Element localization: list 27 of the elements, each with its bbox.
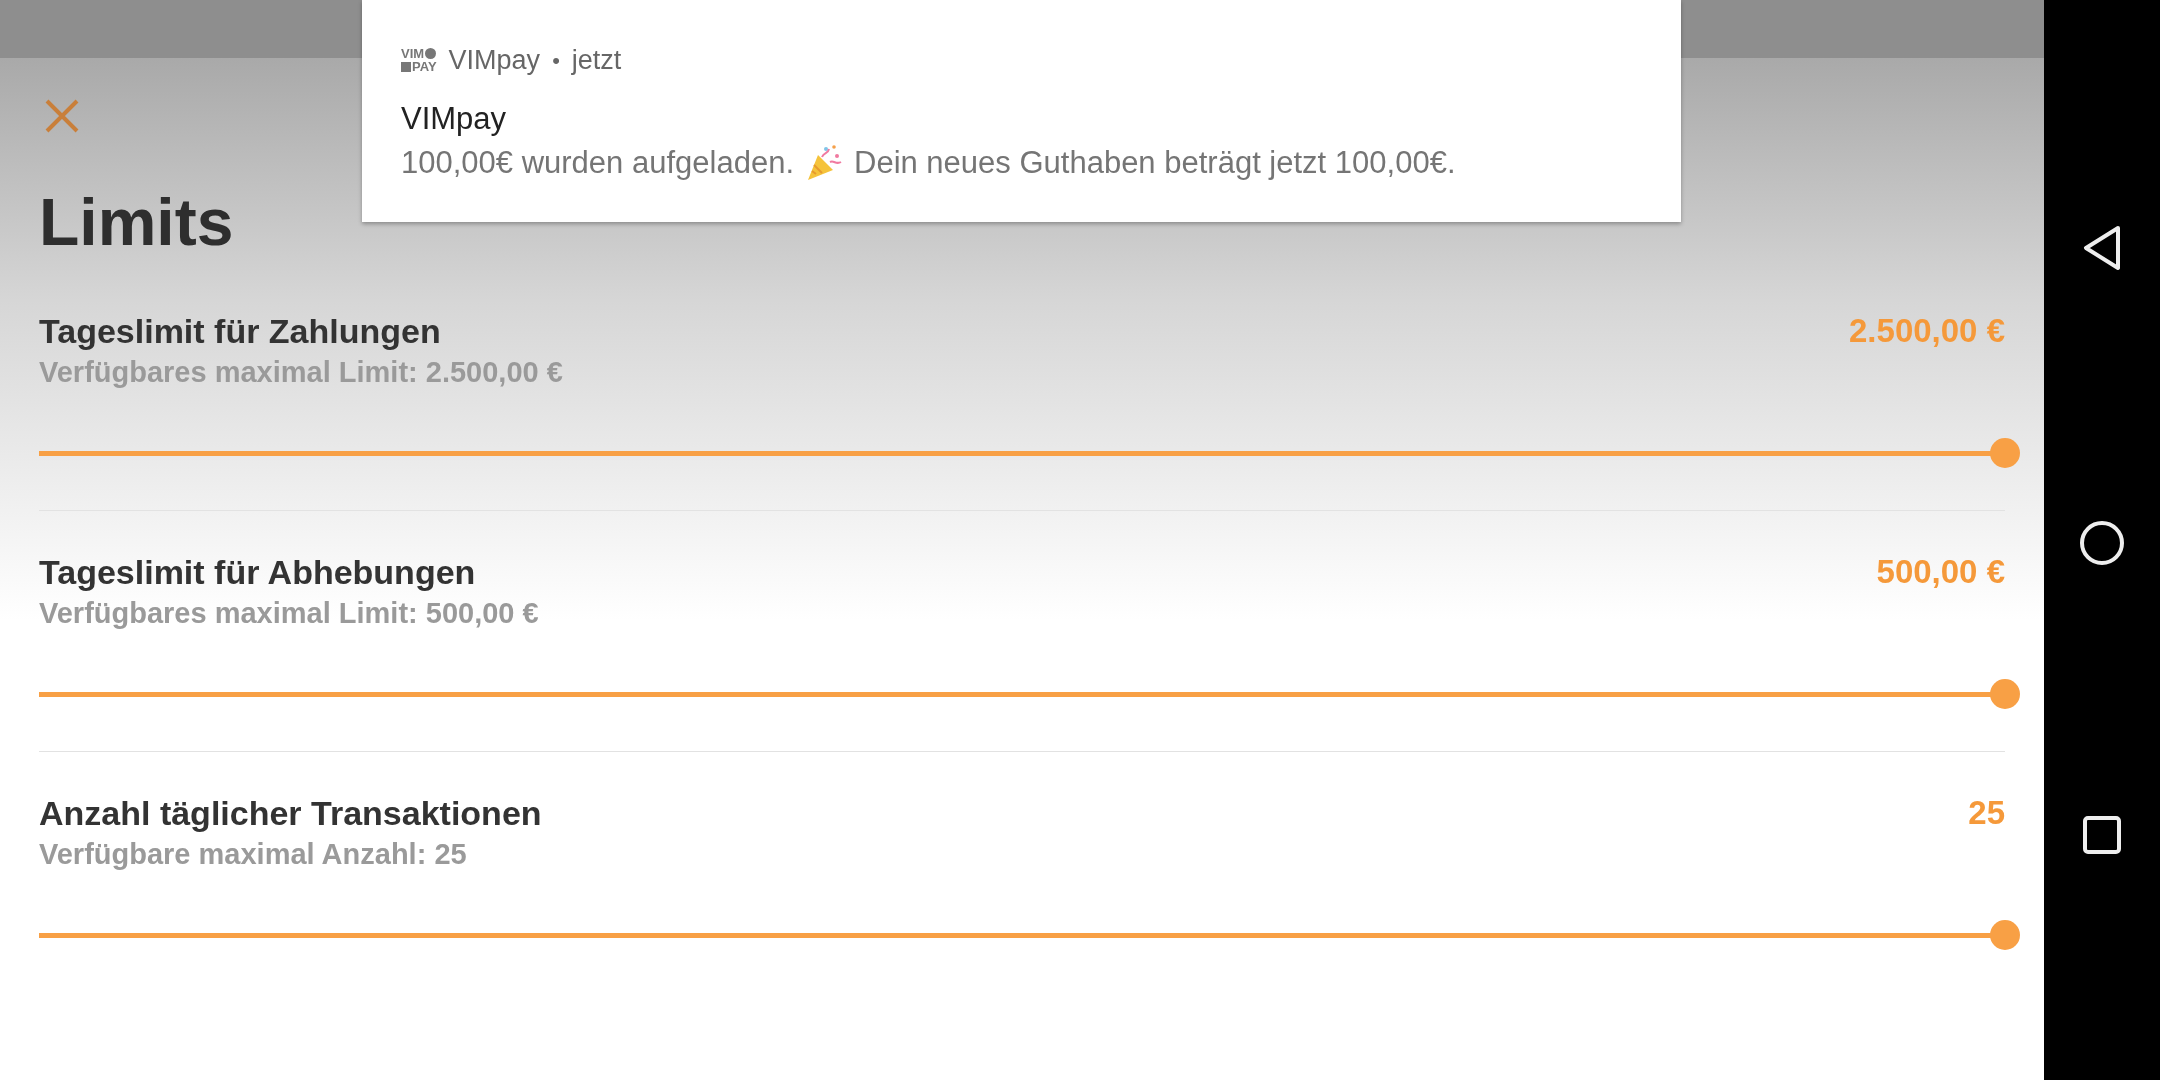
limit-value: 500,00 €	[1876, 552, 2005, 592]
slider-thumb[interactable]	[1990, 920, 2020, 950]
limit-subtitle: Verfügbare maximal Anzahl: 25	[39, 837, 468, 872]
recents-icon[interactable]	[2082, 815, 2122, 856]
notification-title: VIMpay	[401, 99, 507, 138]
notification-message: Dein neues Guthaben beträgt jetzt 100,00€.	[854, 143, 1456, 182]
limit-slider[interactable]	[39, 920, 2019, 950]
close-icon[interactable]	[44, 98, 80, 134]
back-icon[interactable]	[2082, 224, 2122, 271]
app-logo: VIM PAY	[401, 47, 437, 74]
limit-subtitle: Verfügbares maximal Limit: 500,00 €	[39, 596, 539, 631]
limit-value: 25	[1968, 793, 2005, 833]
limit-slider[interactable]	[39, 679, 2019, 709]
limit-value: 2.500,00 €	[1849, 311, 2005, 351]
limit-subtitle: Verfügbares maximal Limit: 2.500,00 €	[39, 355, 563, 390]
app-name: VIMpay	[448, 44, 541, 77]
limit-slider[interactable]	[39, 438, 2019, 468]
slider-thumb[interactable]	[1990, 438, 2020, 468]
separator-dot: •	[552, 46, 560, 75]
slider-thumb[interactable]	[1990, 679, 2020, 709]
notification-message: 100,00€ wurden aufgeladen.	[401, 143, 794, 182]
limit-title: Tageslimit für Abhebungen	[39, 552, 477, 593]
limit-title: Tageslimit für Zahlungen	[39, 311, 442, 352]
notification-time: jetzt	[571, 44, 622, 77]
home-icon[interactable]	[2079, 520, 2125, 566]
page-title: Limits	[39, 184, 234, 260]
limit-title: Anzahl täglicher Transaktionen	[39, 793, 542, 834]
